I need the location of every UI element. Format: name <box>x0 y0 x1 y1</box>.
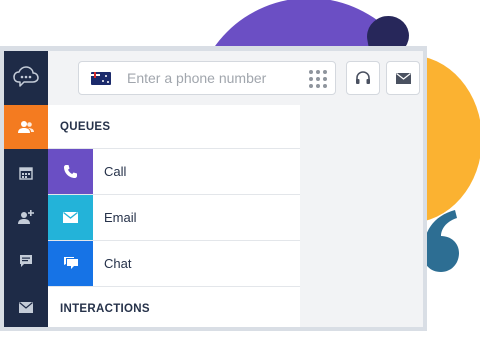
users-icon <box>18 121 34 133</box>
mail-icon <box>395 72 411 84</box>
chat-cloud-icon <box>13 66 39 87</box>
email-queue-icon-box <box>48 195 93 240</box>
queues-panel: QUEUES Call Email Chat INTERACTIONS <box>48 105 300 327</box>
rail-item-queues[interactable] <box>4 105 48 149</box>
mail-button[interactable] <box>386 61 420 95</box>
calendar-icon <box>19 167 33 180</box>
top-bar <box>48 51 423 105</box>
queue-item-email[interactable]: Email <box>48 195 300 241</box>
detail-area <box>300 105 423 327</box>
phone-input-box <box>78 61 336 95</box>
dialpad-icon[interactable] <box>309 70 327 88</box>
headset-button[interactable] <box>346 61 380 95</box>
message-icon <box>20 255 32 267</box>
queue-label-chat: Chat <box>104 256 132 271</box>
rail-item-add-contact[interactable] <box>4 195 48 239</box>
app-window: QUEUES Call Email <box>0 46 427 331</box>
envelope-icon <box>63 212 78 223</box>
rail-item-calendar[interactable] <box>4 151 48 195</box>
interactions-heading: INTERACTIONS <box>60 303 150 315</box>
rail-item-home[interactable] <box>4 51 48 103</box>
queue-label-call: Call <box>104 164 127 179</box>
mail-icon <box>19 301 33 313</box>
rail-item-messages[interactable] <box>4 239 48 283</box>
queue-item-call[interactable]: Call <box>48 149 300 195</box>
rail-item-mail[interactable] <box>4 285 48 327</box>
phone-number-input[interactable] <box>127 70 297 86</box>
side-rail <box>4 51 48 327</box>
queue-item-chat[interactable]: Chat <box>48 241 300 287</box>
headset-icon <box>356 71 370 84</box>
australia-flag-icon[interactable] <box>91 71 111 85</box>
chat-bubbles-icon <box>63 257 78 269</box>
queue-label-email: Email <box>104 210 137 225</box>
phone-icon <box>64 165 77 178</box>
add-user-icon <box>18 210 34 224</box>
call-queue-icon-box <box>48 149 93 194</box>
queues-heading: QUEUES <box>48 105 300 149</box>
chat-queue-icon-box <box>48 241 93 286</box>
